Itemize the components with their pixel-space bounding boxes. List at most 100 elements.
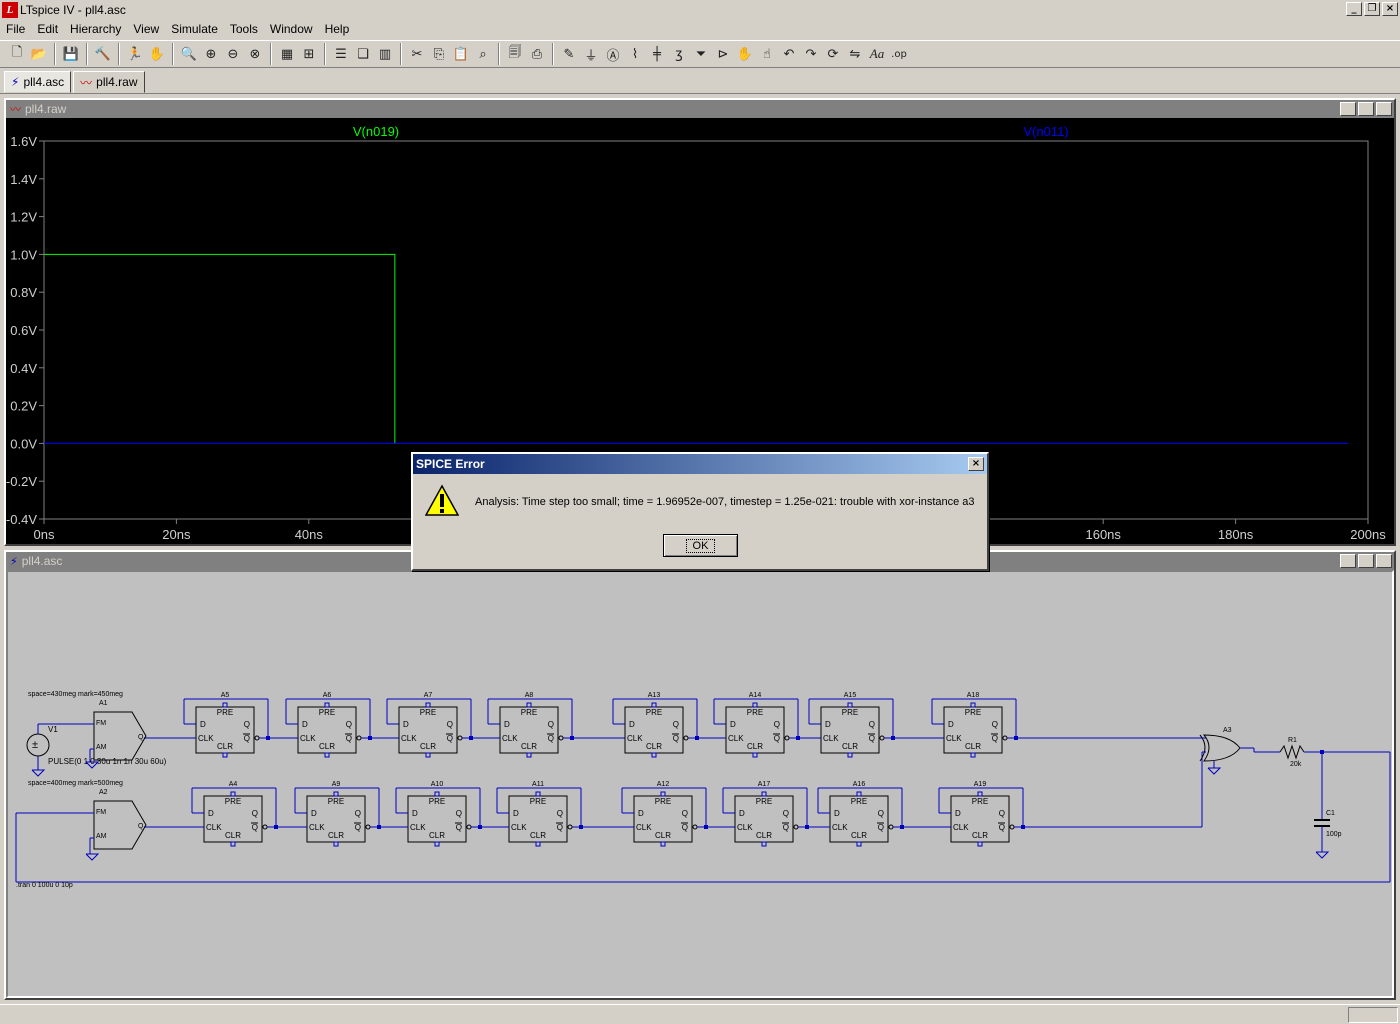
waveform-maximize-button[interactable]: □ [1358,102,1374,116]
tile-horizontal-icon[interactable]: ☰ [330,43,352,65]
close-button[interactable]: × [1382,2,1398,16]
drag-icon[interactable]: ☝ [756,43,778,65]
component-icon[interactable]: ⊳ [712,43,734,65]
ground-symbol [85,853,100,861]
junction [1014,736,1018,740]
flipflop-ref: A9 [332,781,341,788]
flipflop-ref: A17 [758,781,771,788]
pin-label: AM [96,744,107,751]
menu-view[interactable]: View [127,22,165,36]
schematic-close-button[interactable]: × [1376,554,1392,568]
control-panel-icon[interactable]: 🔨 [92,43,114,65]
pin-label: Q [999,823,1005,832]
open-icon[interactable]: 📂 [28,43,50,65]
save-icon[interactable]: 💾 [60,43,82,65]
ok-button-label: OK [685,538,716,553]
dialog-close-button[interactable]: × [968,457,984,471]
redo-icon[interactable]: ↷ [800,43,822,65]
menu-window[interactable]: Window [264,22,319,36]
text-icon[interactable]: Aa [866,43,888,65]
label-net-icon[interactable]: Ⓐ [602,43,624,65]
waveform-minimize-button[interactable]: _ [1340,102,1356,116]
grid-icon[interactable]: ⊞ [298,43,320,65]
restore-button[interactable]: ❐ [1364,2,1380,16]
resistor[interactable] [1279,744,1305,760]
menu-help[interactable]: Help [319,22,356,36]
spice-directive-icon[interactable]: .op [888,43,910,65]
new-schematic-icon[interactable]: 🗋 [6,43,28,65]
pan-icon[interactable]: ⊕ [200,43,222,65]
menu-edit[interactable]: Edit [31,22,64,36]
schematic-minimize-button[interactable]: _ [1340,554,1356,568]
capacitor-icon[interactable]: ╪ [646,43,668,65]
pin-label: PRE [655,797,671,806]
paste-icon[interactable]: 📋 [450,43,472,65]
pin-label: CLK [953,823,969,832]
xor-gate[interactable] [1202,734,1241,762]
tab-schematic[interactable]: ⚡ pll4.asc [4,71,72,93]
print-preview-icon[interactable]: 🗐 [504,43,526,65]
pin-label: FM [96,720,106,727]
y-tick-label: -0.4V [6,512,37,527]
flipflop-ref: A4 [229,781,238,788]
menu-simulate[interactable]: Simulate [165,22,224,36]
resistor-icon[interactable]: ⌇ [624,43,646,65]
waveform-window-title: pll4.raw [25,102,67,116]
menu-hierarchy[interactable]: Hierarchy [64,22,127,36]
flipflop-ref: A12 [657,781,670,788]
pin [847,752,853,758]
run-icon[interactable]: 🏃 [124,43,146,65]
ok-button[interactable]: OK [663,534,738,557]
mirror-icon[interactable]: ⇋ [844,43,866,65]
halt-icon[interactable]: ✋ [146,43,168,65]
autorange-icon[interactable]: ▦ [276,43,298,65]
pin [222,752,228,758]
trace-label[interactable]: V(n011) [1023,124,1068,139]
copy-icon[interactable]: ⎘ [428,43,450,65]
rotate-icon[interactable]: ⟳ [822,43,844,65]
menu-file[interactable]: File [0,22,31,36]
undo-icon[interactable]: ↶ [778,43,800,65]
pin-label: Q [548,720,554,729]
inverter-bubble [1002,735,1008,741]
pin-label: Q [456,809,462,818]
minimize-button[interactable]: _ [1346,2,1362,16]
schematic-canvas[interactable]: A5 PRE CLR D CLK Q Q A6 PRE CLR D CLK Q Q A7 PRE CLR D CLK… [6,570,1394,998]
pin-label: D [513,809,519,818]
cut-icon[interactable]: ✂ [406,43,428,65]
cascade-icon[interactable]: ❏ [352,43,374,65]
menu-tools[interactable]: Tools [224,22,264,36]
spice-error-dialog: SPICE Error × Analysis: Time step too sm… [411,452,989,571]
component-ref: A1 [99,700,108,707]
ground-symbol [31,769,46,777]
pin [425,752,431,758]
pin-label: CLR [646,742,662,751]
tab-waveform[interactable]: 〰 pll4.raw [73,71,145,93]
pin-label: Q [869,734,875,743]
trace-label[interactable]: V(n019) [353,124,399,139]
waveform-close-button[interactable]: × [1376,102,1392,116]
junction [796,736,800,740]
zoom-in-icon[interactable]: 🔍 [178,43,200,65]
print-icon[interactable]: ⎙ [526,43,548,65]
move-icon[interactable]: ✋ [734,43,756,65]
junction [469,736,473,740]
flipflop-ref: A7 [424,692,433,699]
inductor-icon[interactable]: ʒ [668,43,690,65]
pin-label: CLK [823,734,839,743]
wire-icon[interactable]: ✎ [558,43,580,65]
y-tick-label: 1.6V [10,134,37,149]
diode-icon[interactable]: ⏷ [690,43,712,65]
flipflop-ref: A14 [749,692,762,699]
find-icon[interactable]: ⌕ [472,43,494,65]
schematic-maximize-button[interactable]: □ [1358,554,1374,568]
pin [856,841,862,847]
zoom-fit-icon[interactable]: ⊗ [244,43,266,65]
ground-icon[interactable]: ⏚ [580,43,602,65]
zoom-out-icon[interactable]: ⊖ [222,43,244,65]
schematic-drawing[interactable]: A5PRECLRDCLKQQA6PRECLRDCLKQQA7PRECLRDCLK… [8,572,1392,996]
inverter-bubble [567,824,573,830]
tile-vertical-icon[interactable]: ▥ [374,43,396,65]
junction [570,736,574,740]
pin-label: D [200,720,206,729]
